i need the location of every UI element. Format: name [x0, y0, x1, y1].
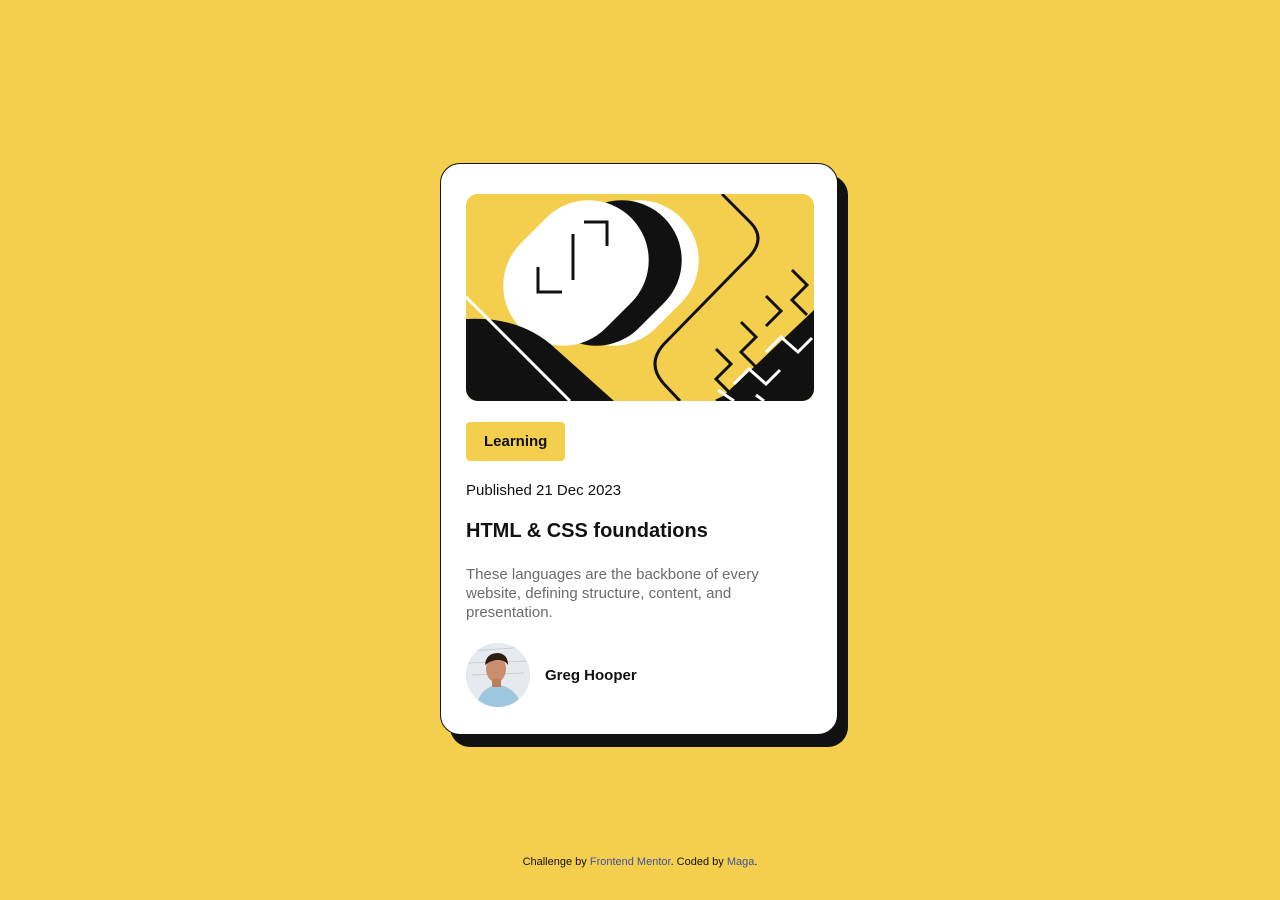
card-excerpt: These languages are the backbone of ever… — [466, 566, 759, 621]
category-tag: Learning — [466, 422, 566, 461]
hero-graphic — [466, 194, 814, 401]
author: Greg Hooper — [466, 643, 813, 707]
frontend-mentor-link[interactable]: Frontend Mentor — [590, 856, 671, 868]
author-name: Greg Hooper — [545, 666, 637, 684]
footer-suffix: . — [754, 856, 758, 868]
card-title[interactable]: HTML & CSS foundations — [466, 520, 813, 543]
footer-middle: . Coded by — [670, 856, 727, 868]
coder-link[interactable]: Maga — [727, 856, 755, 868]
page: Learning Published 21 Dec 2023 HTML & CS… — [0, 0, 1280, 900]
person-photo-icon — [466, 643, 530, 707]
attribution-footer: Challenge by Frontend Mentor. Coded by M… — [0, 856, 1280, 868]
footer-prefix: Challenge by — [522, 856, 590, 868]
avatar — [466, 643, 530, 707]
blog-card: Learning Published 21 Dec 2023 HTML & CS… — [440, 163, 838, 735]
hero-illustration — [466, 194, 814, 401]
published-date: Published 21 Dec 2023 — [466, 482, 622, 499]
